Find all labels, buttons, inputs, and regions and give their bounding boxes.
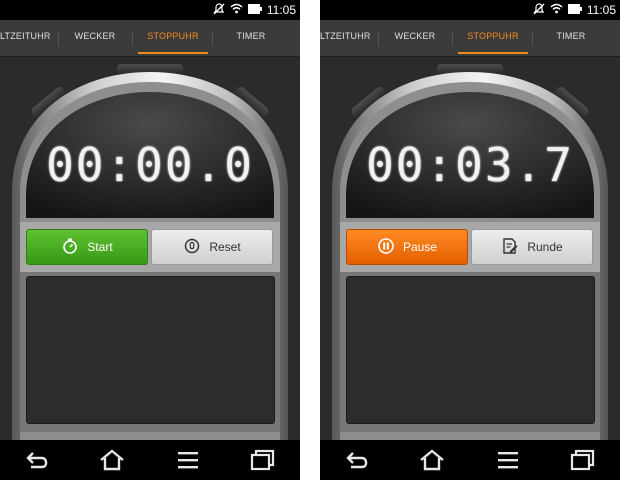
back-icon[interactable] — [344, 448, 372, 472]
time-display: 00:03.7 — [366, 138, 574, 192]
tab-divider — [452, 32, 453, 46]
reset-button[interactable]: Reset — [151, 229, 273, 265]
time-display: 00:00.0 — [46, 138, 254, 192]
tab-wecker[interactable]: WECKER — [60, 20, 130, 56]
stopwatch-icon — [61, 237, 79, 258]
home-icon[interactable] — [418, 448, 446, 472]
active-tab-indicator — [138, 52, 208, 54]
tab-weltzeituhr[interactable]: LTZEITUHR — [0, 20, 58, 56]
pause-button-label: Pause — [402, 240, 438, 254]
recent-apps-icon[interactable] — [248, 448, 276, 472]
start-button[interactable]: Start — [26, 229, 148, 265]
tab-divider — [212, 32, 213, 46]
status-time: 11:05 — [266, 3, 296, 17]
lap-list — [26, 276, 275, 424]
reset-icon — [183, 237, 201, 258]
status-bar: 11:05 — [0, 0, 300, 20]
active-tab-indicator — [458, 52, 528, 54]
tab-stoppuhr[interactable]: STOPPUHR — [134, 20, 212, 56]
tab-divider — [378, 32, 379, 46]
recent-apps-icon[interactable] — [568, 448, 596, 472]
tab-divider — [58, 32, 59, 46]
lap-list — [346, 276, 595, 424]
battery-icon — [567, 3, 582, 17]
tab-timer[interactable]: TIMER — [214, 20, 288, 56]
status-bar: 11:05 — [320, 0, 620, 20]
stopwatch-screen-running: 11:05 LTZEITUHR WECKER STOPPUHR TIMER 00… — [320, 0, 620, 480]
lap-button-label: Runde — [527, 240, 563, 254]
tab-divider — [532, 32, 533, 46]
lap-icon — [501, 237, 519, 258]
tab-bar: LTZEITUHR WECKER STOPPUHR TIMER — [320, 20, 620, 57]
stopwatch-screen-stopped: 11:05 LTZEITUHR WECKER STOPPUHR TIMER 00… — [0, 0, 300, 480]
menu-icon[interactable] — [494, 448, 522, 472]
pause-button[interactable]: Pause — [346, 229, 468, 265]
tab-wecker[interactable]: WECKER — [380, 20, 450, 56]
tab-stoppuhr[interactable]: STOPPUHR — [454, 20, 532, 56]
start-button-label: Start — [87, 240, 113, 254]
home-icon[interactable] — [98, 448, 126, 472]
wifi-icon — [230, 3, 243, 17]
silent-icon — [533, 2, 545, 18]
silent-icon — [213, 2, 225, 18]
navigation-bar — [320, 440, 620, 480]
tab-divider — [132, 32, 133, 46]
tab-timer[interactable]: TIMER — [534, 20, 608, 56]
reset-button-label: Reset — [209, 240, 241, 254]
pause-icon — [377, 237, 395, 258]
tab-bar: LTZEITUHR WECKER STOPPUHR TIMER — [0, 20, 300, 57]
navigation-bar — [0, 440, 300, 480]
menu-icon[interactable] — [174, 448, 202, 472]
lap-button[interactable]: Runde — [471, 229, 593, 265]
battery-icon — [247, 3, 262, 17]
tab-weltzeituhr[interactable]: LTZEITUHR — [320, 20, 378, 56]
status-time: 11:05 — [586, 3, 616, 17]
back-icon[interactable] — [24, 448, 52, 472]
wifi-icon — [550, 3, 563, 17]
